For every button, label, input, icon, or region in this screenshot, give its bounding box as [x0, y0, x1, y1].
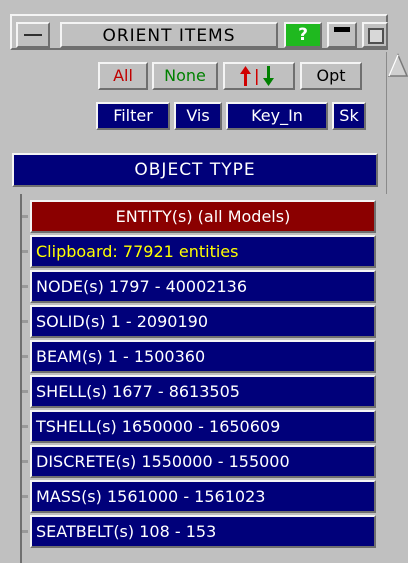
list-tick — [22, 425, 28, 428]
select-all-button[interactable]: All — [98, 62, 148, 90]
orient-items-panel: ORIENT ITEMS ? All None Opt Filter Vis K… — [0, 0, 408, 563]
list-item-tshell[interactable]: TSHELL(s) 1650000 - 1650609 — [30, 410, 376, 443]
list-item-mass[interactable]: MASS(s) 1561000 - 1561023 — [30, 480, 376, 513]
vis-button[interactable]: Vis — [174, 102, 222, 130]
list-tick — [22, 355, 28, 358]
list-item-beam[interactable]: BEAM(s) 1 - 1500360 — [30, 340, 376, 373]
list-item-clipboard[interactable]: Clipboard: 77921 entities — [30, 235, 376, 268]
help-button[interactable]: ? — [284, 22, 322, 48]
list-tick — [22, 460, 28, 463]
title-bar: ORIENT ITEMS ? — [10, 14, 388, 50]
list-item-solid[interactable]: SOLID(s) 1 - 2090190 — [30, 305, 376, 338]
filter-button[interactable]: Filter — [96, 102, 170, 130]
list-item-seatbelt[interactable]: SEATBELT(s) 108 - 153 — [30, 515, 376, 548]
list-tick — [22, 285, 28, 288]
sort-button[interactable] — [223, 62, 295, 90]
list-tick — [22, 215, 28, 218]
collapse-bar-icon[interactable] — [327, 22, 357, 48]
list-tick — [22, 250, 28, 253]
window-title: ORIENT ITEMS — [60, 22, 278, 48]
minimize-icon[interactable] — [16, 22, 50, 48]
list-item-node[interactable]: NODE(s) 1797 - 40002136 — [30, 270, 376, 303]
window-toggle-icon[interactable] — [362, 22, 388, 48]
scroll-up-arrow-icon[interactable] — [387, 52, 408, 78]
options-button[interactable]: Opt — [300, 62, 362, 90]
list-tick — [22, 495, 28, 498]
object-type-button[interactable]: OBJECT TYPE — [12, 153, 378, 187]
vertical-scrollbar[interactable] — [386, 52, 408, 563]
list-item-discrete[interactable]: DISCRETE(s) 1550000 - 155000 — [30, 445, 376, 478]
sk-button[interactable]: Sk — [332, 102, 366, 130]
key-in-button[interactable]: Key_In — [226, 102, 328, 130]
list-tick — [22, 390, 28, 393]
list-item-shell[interactable]: SHELL(s) 1677 - 8613505 — [30, 375, 376, 408]
sort-arrows-icon — [240, 66, 274, 86]
select-none-button[interactable]: None — [152, 62, 218, 90]
list-tick — [22, 530, 28, 533]
list-tick — [22, 320, 28, 323]
list-item-entity[interactable]: ENTITY(s) (all Models) — [30, 200, 376, 233]
